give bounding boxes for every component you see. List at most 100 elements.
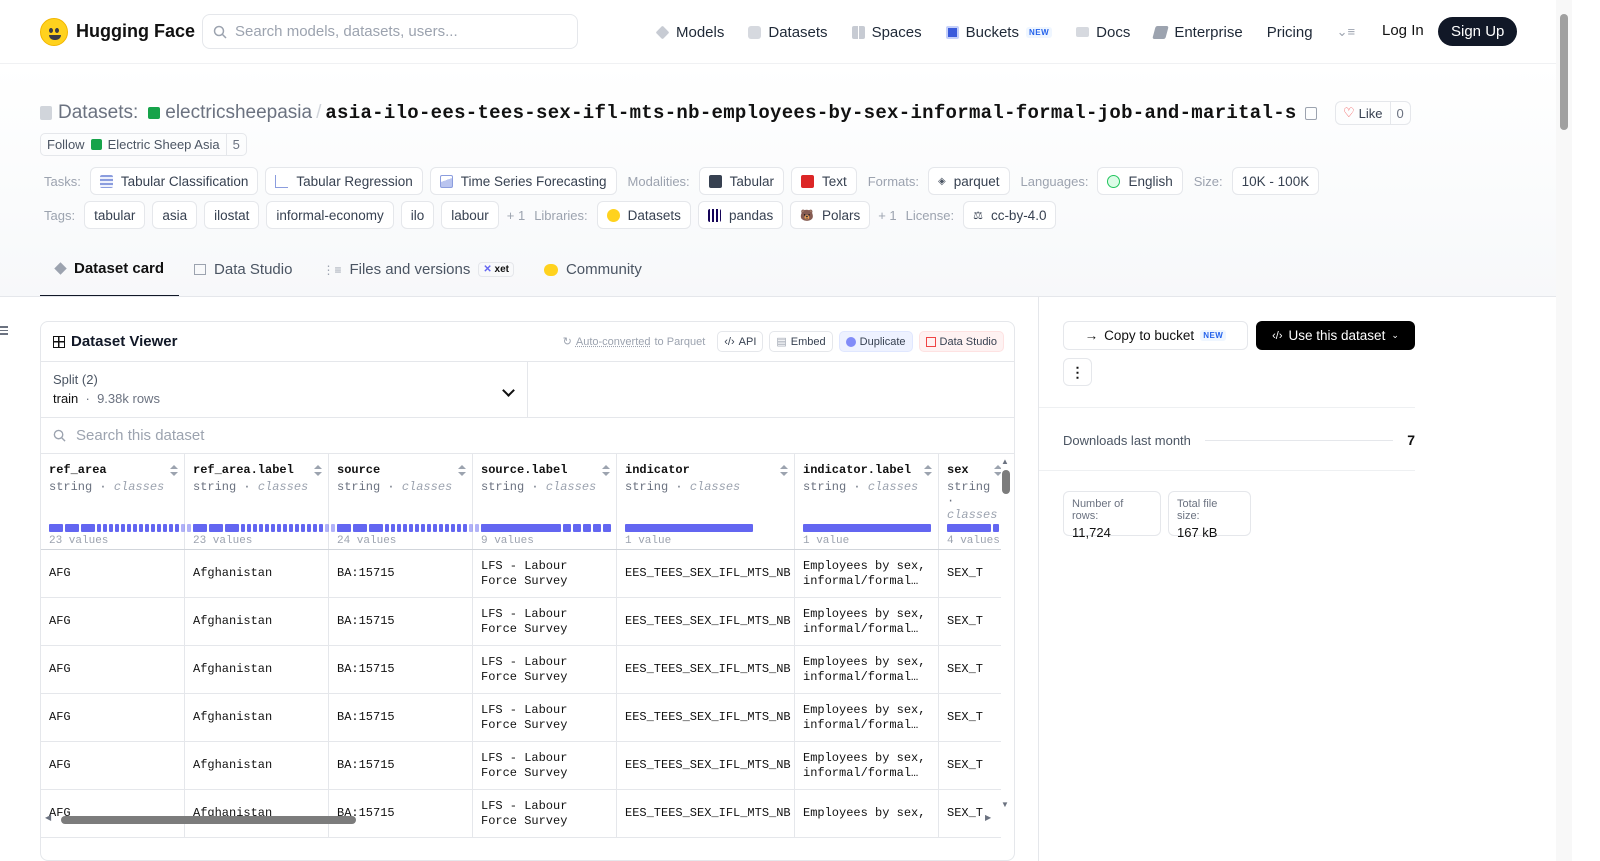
repo-org-link[interactable]: electricsheepasia (165, 102, 312, 124)
tag-ilo[interactable]: ilo (400, 201, 435, 229)
scroll-down-arrow-icon[interactable]: ▼ (1001, 800, 1009, 809)
task-time-series-forecasting[interactable]: Time Series Forecasting (429, 167, 617, 195)
distribution-bar[interactable] (103, 524, 107, 532)
use-this-dataset-button[interactable]: ‹/› Use this dataset ⌄ (1256, 321, 1415, 350)
distribution-bar[interactable] (121, 524, 125, 532)
sort-icon[interactable] (994, 465, 1001, 477)
table-cell[interactable]: Employees by sex, informal/formal… (795, 742, 939, 789)
nav-models[interactable]: Models (655, 24, 724, 41)
table-cell[interactable]: BA:15715 (329, 742, 473, 789)
language-english[interactable]: English (1097, 167, 1183, 195)
distribution-bar[interactable] (421, 524, 425, 532)
table-cell[interactable]: BA:15715 (329, 598, 473, 645)
follow-button[interactable]: Follow Electric Sheep Asia 5 (40, 133, 247, 156)
tags-more-button[interactable]: + 1 (507, 208, 525, 223)
table-cell[interactable]: AFG (41, 598, 185, 645)
tag-labour[interactable]: labour (441, 201, 499, 229)
table-cell[interactable]: AFG (41, 742, 185, 789)
table-cell[interactable]: Employees by sex, informal/formal… (795, 646, 939, 693)
library-polars[interactable]: 🐻 Polars (790, 201, 871, 229)
column-distribution-bars[interactable] (803, 524, 931, 532)
table-cell[interactable]: AFG (41, 694, 185, 741)
distribution-bar[interactable] (271, 524, 275, 532)
distribution-bar[interactable] (403, 524, 407, 532)
size-category[interactable]: 10K - 100K (1231, 167, 1320, 195)
table-row[interactable]: AFG Afghanistan BA:15715 LFS - Labour Force… (41, 550, 1001, 598)
table-cell[interactable]: LFS - Labour Force Survey (473, 742, 617, 789)
tab-community[interactable]: Community (529, 256, 657, 297)
page-scrollbar[interactable] (1556, 0, 1572, 861)
api-button[interactable]: ‹/› API (717, 331, 764, 352)
distribution-bar[interactable] (253, 524, 257, 532)
table-cell[interactable]: EES_TEES_SEX_IFL_MTS_NB (617, 550, 795, 597)
nav-more-menu[interactable]: ⌄≡ (1337, 24, 1355, 40)
tag-informal-economy[interactable]: informal-economy (266, 201, 394, 229)
distribution-bar[interactable] (133, 524, 137, 532)
tab-dataset-card[interactable]: Dataset card (40, 256, 180, 297)
auto-converted-link[interactable]: Auto-converted (576, 336, 651, 348)
distribution-bar[interactable] (415, 524, 419, 532)
table-cell[interactable]: BA:15715 (329, 694, 473, 741)
horizontal-scroll-thumb[interactable] (61, 816, 356, 824)
modality-tabular[interactable]: Tabular (698, 167, 784, 195)
nav-docs[interactable]: Docs (1076, 24, 1130, 41)
nav-datasets[interactable]: Datasets (748, 24, 828, 41)
column-header[interactable]: sex string · classes 4 values (939, 454, 1001, 549)
distribution-bar[interactable] (259, 524, 263, 532)
table-cell[interactable]: BA:15715 (329, 646, 473, 693)
table-cell[interactable]: Employees by sex, informal/formal… (795, 598, 939, 645)
table-cell[interactable]: Afghanistan (185, 646, 329, 693)
table-horizontal-scrollbar[interactable]: ◀ ▶ (41, 812, 1001, 826)
distribution-bar[interactable] (289, 524, 293, 532)
distribution-bar[interactable] (65, 524, 79, 532)
distribution-bar[interactable] (109, 524, 113, 532)
distribution-bar[interactable] (157, 524, 161, 532)
table-cell[interactable]: AFG (41, 550, 185, 597)
table-row[interactable]: AFG Afghanistan BA:15715 LFS - Labour Force… (41, 742, 1001, 790)
distribution-bar[interactable] (451, 524, 455, 532)
distribution-bar[interactable] (283, 524, 287, 532)
distribution-bar[interactable] (247, 524, 251, 532)
table-row[interactable]: AFG Afghanistan BA:15715 LFS - Labour Force… (41, 694, 1001, 742)
table-cell[interactable]: LFS - Labour Force Survey (473, 646, 617, 693)
column-header[interactable]: source string · classes 24 values (329, 454, 485, 549)
login-link[interactable]: Log In (1382, 22, 1424, 39)
nav-enterprise[interactable]: Enterprise (1152, 24, 1243, 41)
distribution-bar[interactable] (947, 524, 991, 532)
page-scroll-thumb[interactable] (1560, 14, 1568, 130)
distribution-bar[interactable] (277, 524, 281, 532)
distribution-bar[interactable] (225, 524, 239, 532)
distribution-bar[interactable] (307, 524, 311, 532)
table-cell[interactable]: BA:15715 (329, 550, 473, 597)
table-cell[interactable]: SEX_T (939, 550, 1001, 597)
table-cell[interactable]: SEX_T (939, 646, 1001, 693)
global-search-input[interactable]: Search models, datasets, users... (202, 14, 578, 49)
distribution-bar[interactable] (803, 524, 931, 532)
distribution-bar[interactable] (337, 524, 351, 532)
distribution-bar[interactable] (163, 524, 167, 532)
table-cell[interactable]: SEX_T (939, 598, 1001, 645)
distribution-bar[interactable] (391, 524, 395, 532)
table-cell[interactable]: Afghanistan (185, 550, 329, 597)
column-header[interactable]: indicator.label string · classes 1 value (795, 454, 939, 549)
library-pandas[interactable]: pandas (697, 201, 784, 229)
table-cell[interactable]: EES_TEES_SEX_IFL_MTS_NB (617, 646, 795, 693)
distribution-bar[interactable] (49, 524, 63, 532)
signup-button[interactable]: Sign Up (1438, 17, 1518, 46)
distribution-bar[interactable] (139, 524, 143, 532)
sort-icon[interactable] (780, 465, 788, 477)
distribution-bar[interactable] (241, 524, 245, 532)
distribution-bar[interactable] (573, 524, 581, 532)
duplicate-button[interactable]: Duplicate (838, 331, 913, 352)
column-header[interactable]: ref_area string · classes 23 values (41, 454, 197, 549)
distribution-bar[interactable] (463, 524, 467, 532)
table-row[interactable]: AFG Afghanistan BA:15715 LFS - Labour Force… (41, 598, 1001, 646)
library-datasets[interactable]: Datasets (596, 201, 691, 229)
column-distribution-bars[interactable] (481, 524, 611, 532)
copy-to-bucket-button[interactable]: → Copy to bucket NEW (1063, 321, 1248, 350)
like-button[interactable]: ♡ Like 0 (1335, 101, 1411, 125)
sort-icon[interactable] (924, 465, 932, 477)
distribution-bar[interactable] (481, 524, 561, 532)
table-vertical-scrollbar[interactable] (1002, 470, 1010, 494)
task-tabular-regression[interactable]: Tabular Regression (265, 167, 423, 195)
